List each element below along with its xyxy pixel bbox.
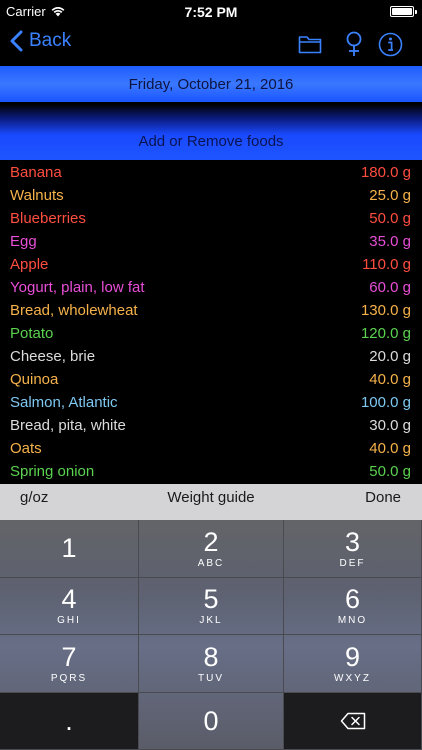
food-row[interactable]: Potato 120.0 g xyxy=(0,322,422,345)
food-name: Spring onion xyxy=(10,463,95,480)
food-row[interactable]: Cheese, brie 20.0 g xyxy=(0,345,422,368)
key-letters: ABC xyxy=(197,557,225,569)
back-button[interactable]: Back xyxy=(10,30,71,52)
key-digit: 3 xyxy=(344,526,361,557)
food-name: Salmon, Atlantic xyxy=(10,394,118,411)
food-row[interactable]: Bread, wholewheat 130.0 g xyxy=(0,299,422,322)
done-button[interactable]: Done xyxy=(365,484,401,520)
food-name: Banana xyxy=(10,164,62,181)
food-name: Potato xyxy=(10,325,54,342)
food-name: Walnuts xyxy=(10,187,64,204)
key-7[interactable]: 7 PQRS xyxy=(0,635,139,693)
food-amount: 130.0 g xyxy=(360,302,411,319)
food-amount: 40.0 g xyxy=(369,440,411,457)
food-amount: 120.0 g xyxy=(360,325,411,342)
status-time: 7:52 PM xyxy=(184,4,238,20)
key-letters: DEF xyxy=(339,557,366,569)
key-digit: 5 xyxy=(203,584,219,615)
food-row[interactable]: Salmon, Atlantic 100.0 g xyxy=(0,391,422,414)
food-name: Bread, wholewheat xyxy=(10,302,138,319)
key-letters: WXYZ xyxy=(334,672,371,684)
food-row[interactable]: Walnuts 25.0 g xyxy=(0,184,422,207)
key-letters: PQRS xyxy=(50,672,88,684)
back-label: Back xyxy=(29,30,72,51)
food-name: Egg xyxy=(10,233,37,250)
food-name: Quinoa xyxy=(10,371,59,388)
key-letters: TUV xyxy=(198,672,224,684)
food-amount: 35.0 g xyxy=(369,233,411,250)
add-remove-foods-button[interactable]: Add or Remove foods xyxy=(0,104,422,160)
navigation-bar: Back xyxy=(0,24,422,64)
key-digit: 9 xyxy=(344,641,361,672)
key-0[interactable]: 0 xyxy=(139,692,284,750)
backspace-icon xyxy=(340,712,365,729)
female-symbol-icon[interactable] xyxy=(343,30,365,58)
food-name: Apple xyxy=(10,256,49,273)
food-amount: 50.0 g xyxy=(369,210,411,227)
info-icon[interactable] xyxy=(377,30,403,58)
key-digit: 2 xyxy=(203,526,219,557)
numeric-keypad: 1 2 ABC 3 DEF 4 GHI 5 JKL 6 MNO 7 PQRS 8 TUV 9 WXYZ. 0 xyxy=(0,520,422,750)
key-8[interactable]: 8 TUV xyxy=(139,635,284,693)
food-list: Banana 180.0 g Walnuts 25.0 g Blueberries 50.… xyxy=(0,161,422,483)
key-digit: 4 xyxy=(61,584,77,615)
date-label: Friday, October 21, 2016 xyxy=(128,75,294,93)
food-amount: 20.0 g xyxy=(369,348,411,365)
add-remove-foods-label: Add or Remove foods xyxy=(138,133,284,150)
key-decimal[interactable]: . xyxy=(0,692,139,750)
food-row[interactable]: Spring onion 50.0 g xyxy=(0,460,422,483)
key-digit: 7 xyxy=(61,641,77,672)
food-name: Bread, pita, white xyxy=(10,417,126,434)
backspace-key[interactable] xyxy=(284,692,422,750)
key-4[interactable]: 4 GHI xyxy=(0,577,139,635)
food-row[interactable]: Quinoa 40.0 g xyxy=(0,368,422,391)
food-name: Yogurt, plain, low fat xyxy=(10,279,145,296)
food-row[interactable]: Blueberries 50.0 g xyxy=(0,207,422,230)
food-row[interactable]: Banana 180.0 g xyxy=(0,161,422,184)
food-amount: 50.0 g xyxy=(369,463,411,480)
chevron-left-icon xyxy=(10,30,23,52)
key-letters: MNO xyxy=(337,615,368,627)
food-amount: 25.0 g xyxy=(369,187,411,204)
key-digit: . xyxy=(65,705,73,736)
date-selector[interactable]: Friday, October 21, 2016 xyxy=(0,66,422,102)
food-name: Oats xyxy=(10,440,42,457)
food-row[interactable]: Yogurt, plain, low fat 60.0 g xyxy=(0,276,422,299)
key-3[interactable]: 3 DEF xyxy=(284,520,422,578)
battery-icon xyxy=(390,6,417,17)
food-row[interactable]: Bread, pita, white 30.0 g xyxy=(0,414,422,437)
food-row[interactable]: Apple 110.0 g xyxy=(0,253,422,276)
key-9[interactable]: 9 WXYZ xyxy=(284,635,422,693)
key-5[interactable]: 5 JKL xyxy=(139,577,284,635)
food-name: Cheese, brie xyxy=(10,348,96,365)
key-digit: 6 xyxy=(344,584,361,615)
key-letters: JKL xyxy=(199,615,223,627)
folder-icon[interactable] xyxy=(297,30,323,58)
key-digit: 0 xyxy=(203,705,219,736)
weight-guide-button[interactable]: Weight guide xyxy=(0,484,422,520)
food-amount: 40.0 g xyxy=(369,371,411,388)
food-amount: 180.0 g xyxy=(360,164,411,181)
food-amount: 100.0 g xyxy=(360,394,411,411)
key-1[interactable]: 1 xyxy=(0,520,139,578)
status-bar: Carrier 7:52 PM xyxy=(0,0,422,24)
food-amount: 30.0 g xyxy=(369,417,411,434)
food-row[interactable]: Egg 35.0 g xyxy=(0,230,422,253)
keyboard-toolbar: g/oz Weight guide Done xyxy=(0,484,422,520)
key-digit: 1 xyxy=(61,533,77,564)
key-digit: 8 xyxy=(203,641,219,672)
food-name: Blueberries xyxy=(10,210,86,227)
key-2[interactable]: 2 ABC xyxy=(139,520,284,578)
food-amount: 110.0 g xyxy=(362,256,411,273)
key-6[interactable]: 6 MNO xyxy=(284,577,422,635)
food-amount: 60.0 g xyxy=(369,279,411,296)
key-letters: GHI xyxy=(57,615,81,627)
food-row[interactable]: Oats 40.0 g xyxy=(0,437,422,460)
